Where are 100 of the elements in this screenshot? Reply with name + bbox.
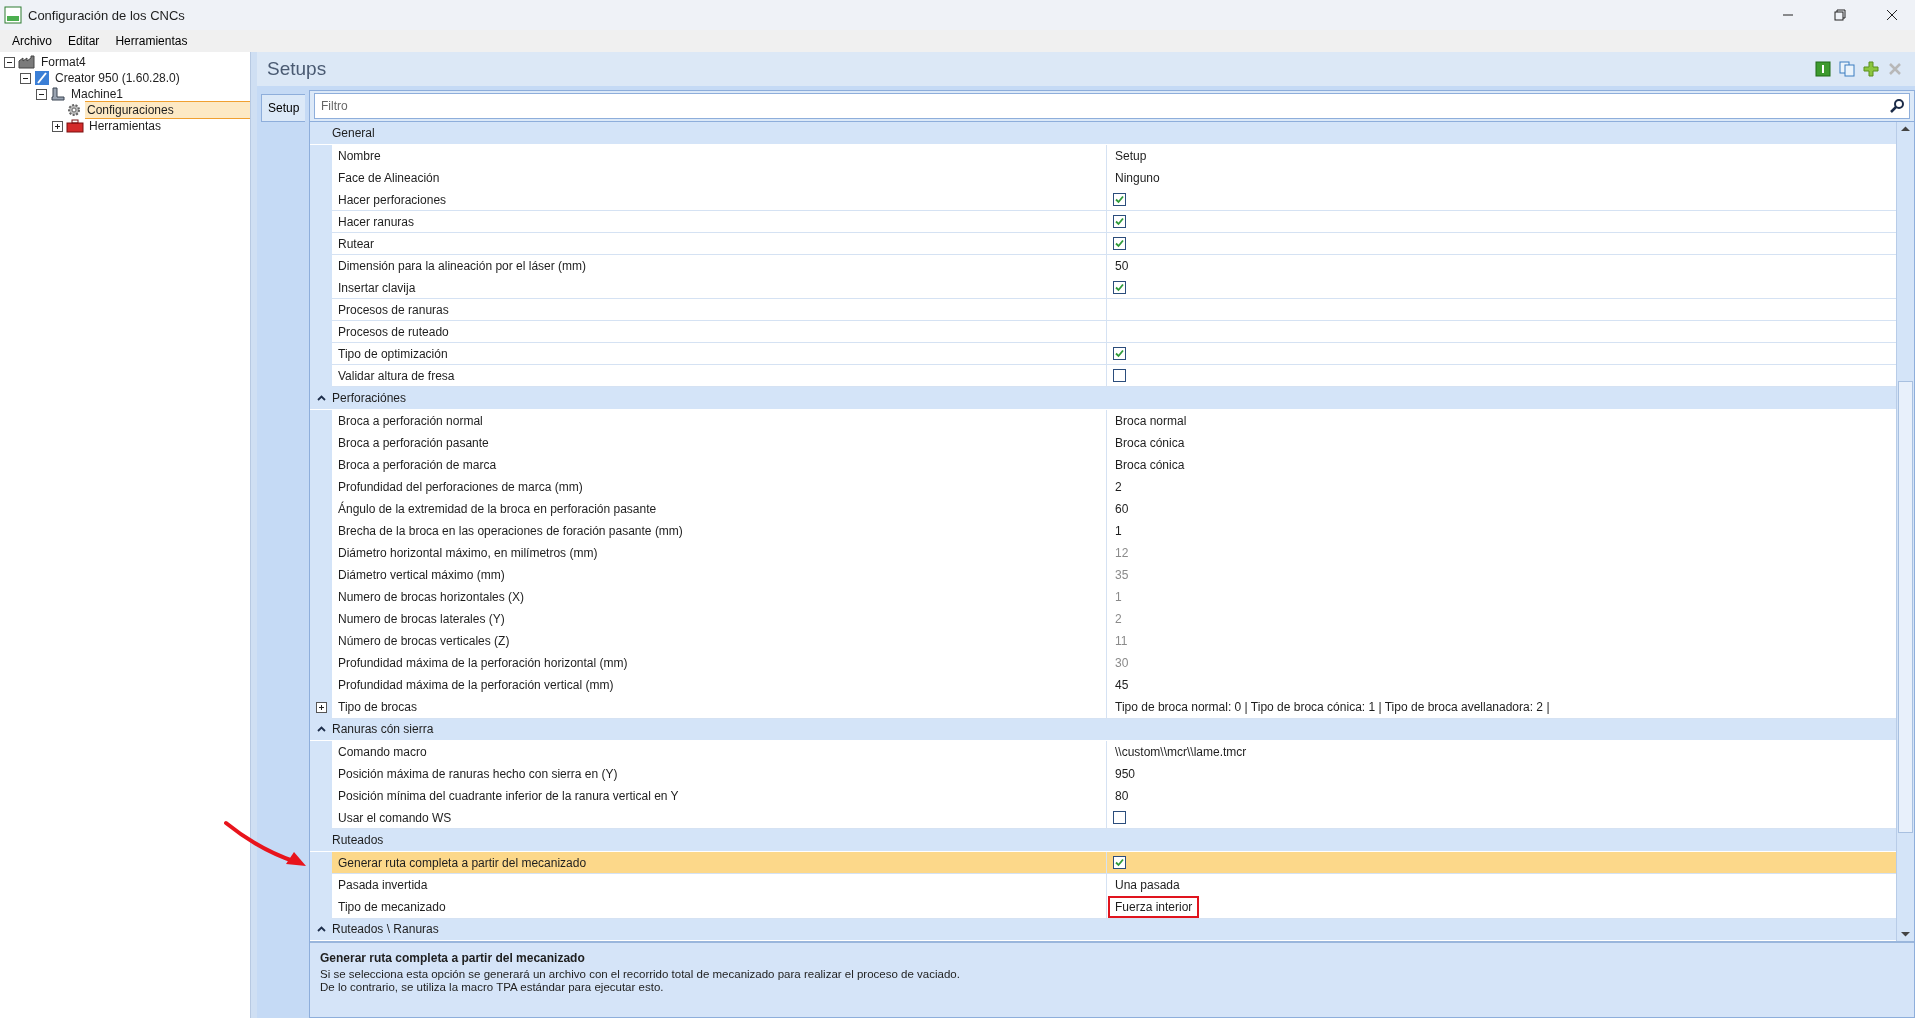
menu-item[interactable]: Archivo: [4, 32, 60, 50]
property-name[interactable]: Profundidad máxima de la perforación vertical (mm): [332, 674, 1107, 697]
category-label: General: [332, 126, 375, 140]
property-value-cell[interactable]: [1107, 189, 1896, 211]
property-value-cell[interactable]: Setup: [1107, 145, 1896, 168]
property-name[interactable]: Comando macro: [332, 741, 1107, 764]
property-name[interactable]: Tipo de optimización: [332, 343, 1107, 365]
property-name[interactable]: Broca a perforación de marca: [332, 454, 1107, 477]
property-name[interactable]: Brecha de la broca en las operaciones de foración pasante (mm): [332, 520, 1107, 543]
tree-item[interactable]: Configuraciones: [85, 101, 250, 119]
property-value: 50: [1114, 258, 1130, 275]
property-value-cell[interactable]: [1107, 365, 1896, 387]
property-name[interactable]: Insertar clavija: [332, 277, 1107, 299]
property-value: 12: [1114, 545, 1130, 562]
property-name[interactable]: Hacer perforaciones: [332, 189, 1107, 211]
property-name[interactable]: Posición máxima de ranuras hecho con sierra en (Y): [332, 763, 1107, 786]
collapse-toggle-icon[interactable]: [36, 88, 47, 100]
property-value: 2: [1114, 479, 1123, 496]
checkbox[interactable]: [1113, 281, 1126, 294]
property-name[interactable]: Usar el comando WS: [332, 807, 1107, 829]
property-name[interactable]: Nombre: [332, 145, 1107, 168]
checkbox[interactable]: [1113, 237, 1126, 250]
property-name[interactable]: Dimensión para la alineación por el láser (mm): [332, 255, 1107, 278]
property-value-cell[interactable]: [1107, 211, 1896, 233]
checkbox[interactable]: [1113, 811, 1126, 824]
checkbox[interactable]: [1113, 215, 1126, 228]
property-value: Broca normal: [1114, 413, 1188, 430]
tree-item[interactable]: Machine1: [69, 85, 250, 103]
property-name[interactable]: Posición mínima del cuadrante inferior de la ranura vertical en Y: [332, 785, 1107, 808]
machine-icon: [50, 86, 66, 102]
property-name[interactable]: Broca a perforación pasante: [332, 432, 1107, 455]
property-value-cell[interactable]: Fuerza interior: [1107, 896, 1896, 919]
property-value: Ninguno: [1114, 170, 1161, 187]
search-icon[interactable]: [1889, 98, 1905, 114]
property-value-cell[interactable]: Tipo de broca normal: 0 | Tipo de broca cónica: 1 | Tipo de broca avellanadora: 2 |: [1107, 696, 1896, 719]
property-value-cell[interactable]: [1107, 321, 1896, 343]
property-value-cell[interactable]: 80: [1107, 785, 1896, 808]
property-name[interactable]: Face de Alineación: [332, 167, 1107, 190]
gear-icon: [66, 102, 82, 118]
property-value-cell[interactable]: 45: [1107, 674, 1896, 697]
checkbox[interactable]: [1113, 347, 1126, 360]
property-name[interactable]: Hacer ranuras: [332, 211, 1107, 233]
property-value-cell[interactable]: [1107, 852, 1896, 874]
scroll-up-icon[interactable]: [1901, 126, 1910, 132]
property-name[interactable]: Rutear: [332, 233, 1107, 255]
property-value-cell[interactable]: 2: [1107, 476, 1896, 499]
menu-item[interactable]: Editar: [60, 32, 108, 50]
property-value-cell[interactable]: [1107, 343, 1896, 365]
property-value: 30: [1114, 655, 1130, 672]
expand-toggle-icon[interactable]: [315, 702, 327, 713]
property-name[interactable]: Tipo de mecanizado: [332, 896, 1107, 919]
scrollbar[interactable]: [1896, 122, 1914, 941]
tree-item[interactable]: Creator 950 (1.60.28.0): [53, 69, 250, 87]
property-name[interactable]: Pasada invertida: [332, 874, 1107, 897]
collapse-toggle-icon[interactable]: [4, 56, 15, 68]
property-value-cell[interactable]: Broca cónica: [1107, 454, 1896, 477]
property-value: Una pasada: [1114, 877, 1181, 894]
tree-item[interactable]: Format4: [39, 53, 250, 71]
chevron-up-icon[interactable]: [316, 926, 326, 932]
property-value-cell[interactable]: \\custom\\mcr\\lame.tmcr: [1107, 741, 1896, 764]
collapse-toggle-icon[interactable]: [20, 72, 31, 84]
restore-icon: [1834, 9, 1846, 21]
property-value-cell[interactable]: [1107, 277, 1896, 299]
property-value-cell[interactable]: 60: [1107, 498, 1896, 521]
category-label: Ranuras cón sierra: [332, 722, 434, 736]
property-name[interactable]: Generar ruta completa a partir del mecanizado: [332, 852, 1107, 874]
expand-toggle-icon[interactable]: [52, 120, 63, 132]
property-name[interactable]: Validar altura de fresa: [332, 365, 1107, 387]
property-value-cell[interactable]: [1107, 807, 1896, 829]
menu-item[interactable]: Herramientas: [107, 32, 196, 50]
property-value-cell[interactable]: [1107, 233, 1896, 255]
property-value-cell[interactable]: Una pasada: [1107, 874, 1896, 897]
tab[interactable]: Setup: [261, 94, 305, 122]
panel-title: Setups: [267, 58, 328, 80]
property-value-cell[interactable]: 950: [1107, 763, 1896, 786]
property-name[interactable]: Procesos de ruteado: [332, 321, 1107, 343]
tree-item[interactable]: Herramientas: [87, 117, 250, 135]
property-value: 2: [1114, 611, 1123, 628]
property-value-cell[interactable]: 1: [1107, 520, 1896, 543]
copy-icon: [1839, 61, 1855, 77]
chevron-up-icon[interactable]: [316, 726, 326, 732]
property-value-cell[interactable]: 50: [1107, 255, 1896, 278]
property-value-cell[interactable]: [1107, 299, 1896, 321]
property-name[interactable]: Profundidad del perforaciones de marca (mm): [332, 476, 1107, 499]
checkbox[interactable]: [1113, 193, 1126, 206]
property-value: 35: [1114, 567, 1130, 584]
scroll-down-icon[interactable]: [1901, 931, 1910, 937]
property-name[interactable]: Broca a perforación normal: [332, 410, 1107, 433]
property-value-cell[interactable]: Broca cónica: [1107, 432, 1896, 455]
property-value-cell[interactable]: Ninguno: [1107, 167, 1896, 190]
property-name[interactable]: Tipo de brocas: [332, 696, 1107, 719]
scrollbar-thumb[interactable]: [1898, 380, 1913, 833]
checkbox[interactable]: [1113, 856, 1126, 869]
checkbox[interactable]: [1113, 369, 1126, 382]
chevron-up-icon[interactable]: [316, 395, 326, 401]
factory-icon: [18, 55, 36, 69]
property-value-cell[interactable]: Broca normal: [1107, 410, 1896, 433]
property-name[interactable]: Ángulo de la extremidad de la broca en perforación pasante: [332, 498, 1107, 521]
property-name[interactable]: Procesos de ranuras: [332, 299, 1107, 321]
filter-field[interactable]: Filtro: [314, 93, 1910, 119]
